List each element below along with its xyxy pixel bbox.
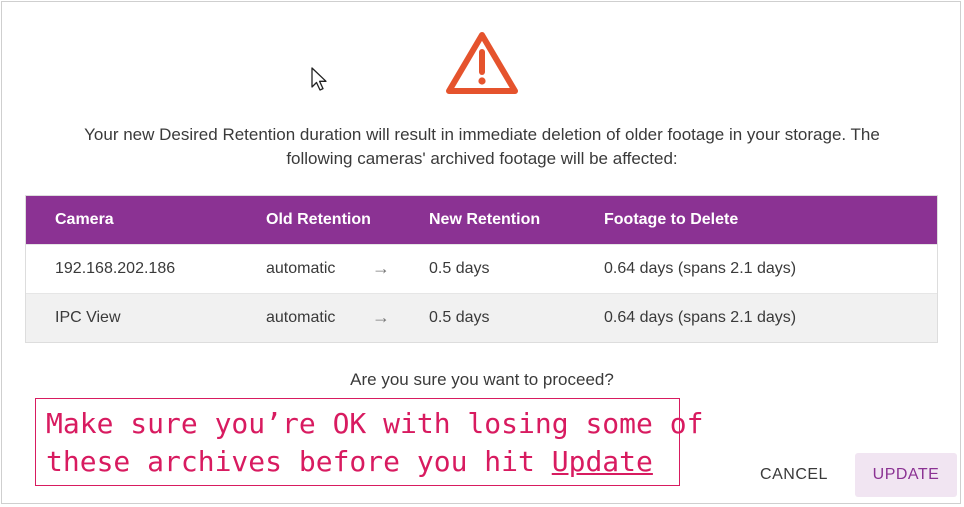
- confirm-question: Are you sure you want to proceed?: [350, 370, 614, 389]
- callout-line2-prefix: these archives before you hit: [46, 445, 552, 478]
- cancel-button[interactable]: CANCEL: [748, 454, 840, 496]
- affected-cameras-table: Camera Old Retention New Retention Foota…: [25, 195, 938, 343]
- table-row: 192.168.202.186 automatic → 0.5 days 0.6…: [26, 244, 937, 293]
- cell-footage-to-delete: 0.64 days (spans 2.1 days): [604, 309, 797, 326]
- cell-new-retention: 0.5 days: [429, 309, 490, 326]
- warning-message: Your new Desired Retention duration will…: [2, 123, 962, 171]
- callout-line1: Make sure you’re OK with losing some of: [46, 407, 704, 440]
- arrow-right-icon: →: [372, 307, 390, 327]
- mouse-pointer-icon: [311, 67, 327, 91]
- cell-footage-to-delete: 0.64 days (spans 2.1 days): [604, 260, 797, 277]
- warning-triangle-icon: [446, 32, 518, 94]
- cell-camera: IPC View: [55, 309, 121, 326]
- table-header: Camera Old Retention New Retention Foota…: [26, 196, 937, 244]
- update-button[interactable]: UPDATE: [855, 453, 957, 497]
- warning-message-line2: following cameras' archived footage will…: [286, 149, 678, 168]
- warning-message-line1: Your new Desired Retention duration will…: [84, 125, 880, 144]
- table-row: IPC View automatic → 0.5 days 0.64 days …: [26, 293, 937, 342]
- annotation-callout: Make sure you’re OK with losing some of …: [35, 398, 703, 486]
- column-header-new-retention: New Retention: [429, 211, 541, 228]
- arrow-right-icon: →: [372, 258, 390, 278]
- column-header-footage-to-delete: Footage to Delete: [604, 211, 739, 228]
- cell-camera: 192.168.202.186: [55, 260, 176, 277]
- cell-new-retention: 0.5 days: [429, 260, 490, 277]
- callout-update-link: Update: [551, 445, 653, 478]
- column-header-camera: Camera: [55, 211, 114, 228]
- cell-old-retention: automatic: [266, 309, 336, 326]
- cell-old-retention: automatic: [266, 260, 336, 277]
- column-header-old-retention: Old Retention: [266, 211, 371, 228]
